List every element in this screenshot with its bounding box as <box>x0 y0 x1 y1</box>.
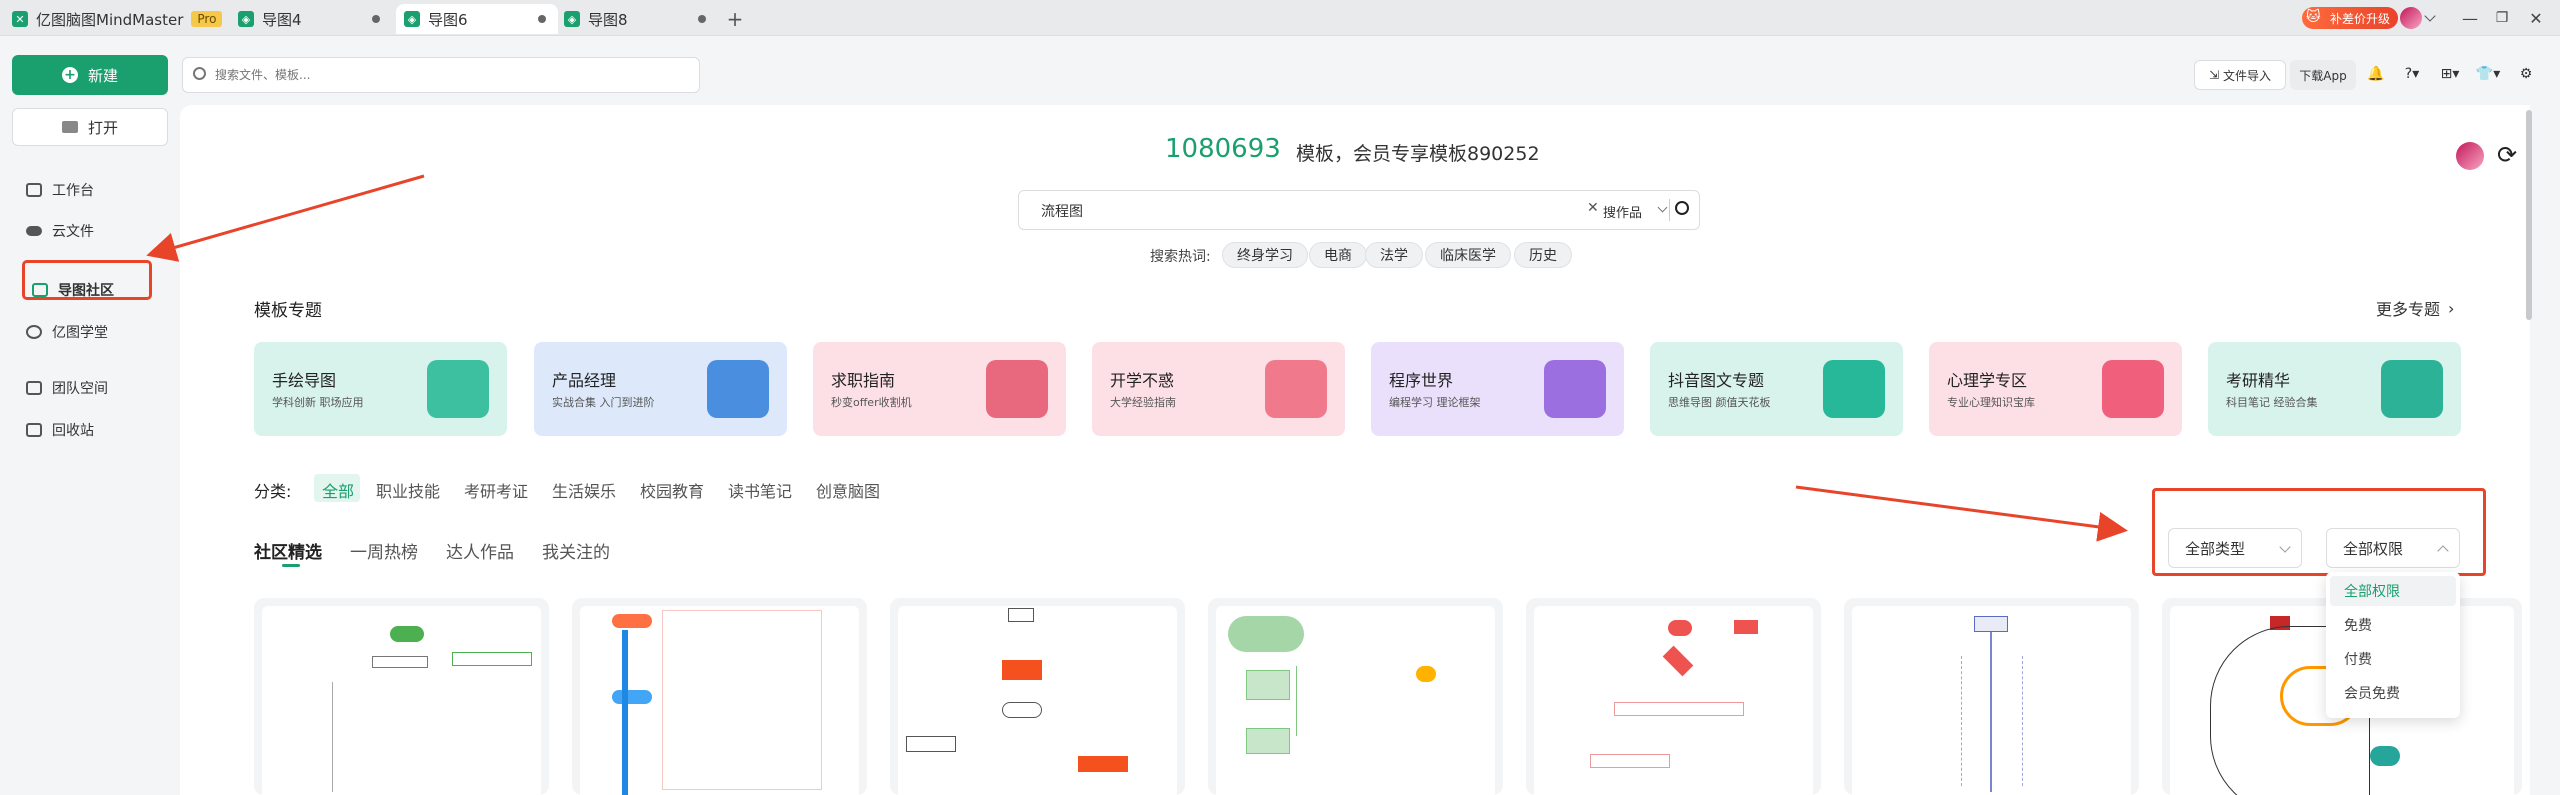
annotation-arrows <box>146 174 2128 542</box>
annotation-arrow-right <box>1795 485 2128 542</box>
annotation-arrow-left <box>146 174 425 262</box>
